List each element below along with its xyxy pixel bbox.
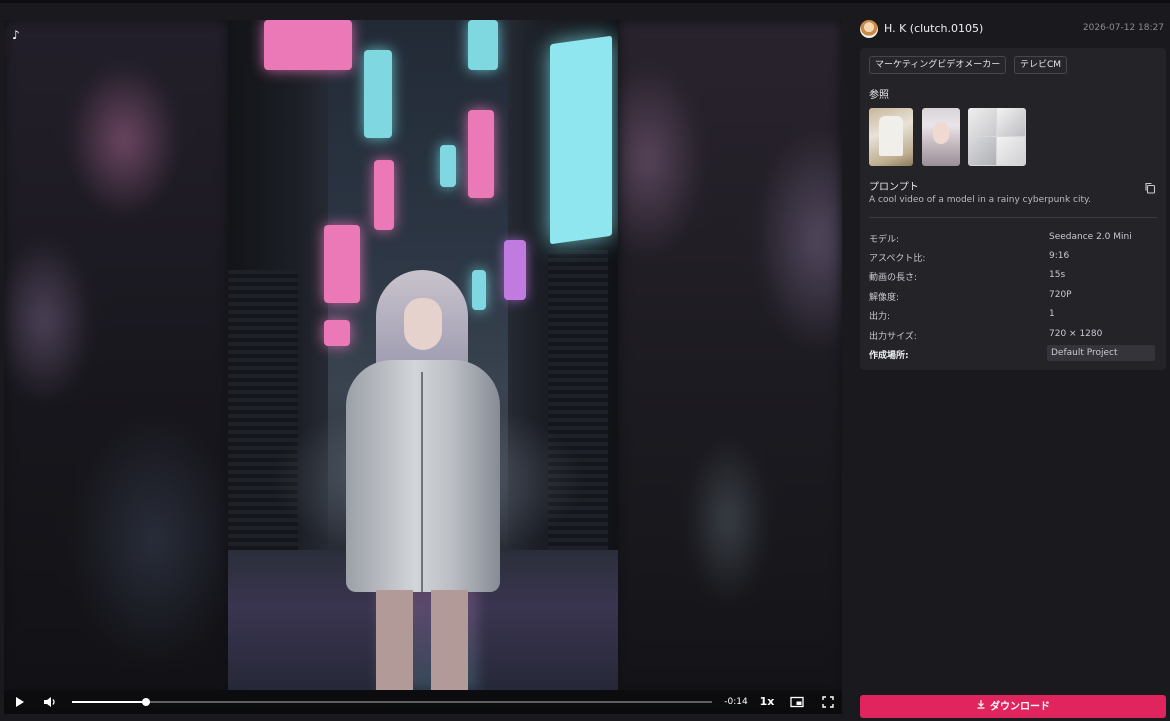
- neon-sign: [324, 225, 360, 303]
- download-icon: [976, 695, 986, 718]
- tiktok-icon: ♪: [12, 28, 20, 42]
- play-icon[interactable]: [14, 694, 26, 710]
- creator-header: H. K (clutch.0105) 2026-07-12 18:27: [860, 18, 1166, 40]
- tag-marketing-video-maker[interactable]: マーケティングビデオメーカー: [869, 56, 1007, 74]
- picture-in-picture-icon[interactable]: [790, 694, 804, 710]
- neon-sign: [550, 35, 612, 245]
- prompt-label: プロンプト: [869, 182, 919, 193]
- download-label: ダウンロード: [990, 701, 1050, 713]
- video-player[interactable]: ♪ -0:14 1x: [4, 20, 842, 714]
- avatar[interactable]: [860, 20, 878, 38]
- progress-fill: [72, 701, 146, 703]
- neon-sign: [324, 320, 350, 346]
- video-controls: -0:14 1x: [4, 690, 842, 714]
- reference-image[interactable]: [922, 108, 960, 166]
- detail-row-output-size: 出力サイズ: 720 × 1280: [869, 329, 1103, 342]
- detail-row-project: 作成場所: Default Project: [869, 345, 1157, 362]
- neon-sign: [374, 160, 394, 230]
- neon-sign: [472, 270, 486, 310]
- neon-sign: [504, 240, 526, 300]
- timestamp: 2026-07-12 18:27: [1082, 23, 1164, 33]
- neon-sign: [468, 20, 498, 70]
- time-remaining: -0:14: [724, 697, 748, 707]
- video-blur-right: [618, 20, 842, 690]
- playback-speed-button[interactable]: 1x: [758, 694, 776, 710]
- progress-handle[interactable]: [141, 698, 150, 706]
- copy-icon[interactable]: [1144, 179, 1156, 194]
- detail-row-duration: 動画の長さ: 15s: [869, 270, 1066, 283]
- detail-row-model: モデル: Seedance 2.0 Mini: [869, 232, 1132, 245]
- video-frame[interactable]: [228, 20, 618, 690]
- reference-label: 参照: [869, 90, 889, 101]
- reference-image[interactable]: [968, 108, 1026, 166]
- neon-sign: [264, 20, 352, 70]
- neon-sign: [364, 50, 392, 138]
- detail-row-resolution: 解像度: 720P: [869, 290, 1072, 303]
- neon-sign: [468, 110, 494, 198]
- neon-sign: [440, 145, 456, 187]
- reference-image[interactable]: [869, 108, 913, 166]
- divider: [869, 217, 1157, 218]
- username[interactable]: H. K (clutch.0105): [884, 22, 983, 35]
- download-button[interactable]: ダウンロード: [860, 695, 1166, 718]
- project-select[interactable]: Default Project: [1047, 345, 1155, 361]
- prompt-text: A cool video of a model in a rainy cyber…: [869, 195, 1091, 205]
- detail-row-aspect-ratio: アスペクト比: 9:16: [869, 251, 1070, 264]
- video-blur-left: [4, 20, 228, 690]
- fullscreen-icon[interactable]: [822, 694, 834, 710]
- detail-row-output: 出力: 1: [869, 309, 1055, 322]
- top-edge: [0, 0, 1170, 3]
- tag-tv-cm[interactable]: テレビCM: [1014, 56, 1068, 74]
- volume-icon[interactable]: [42, 694, 58, 710]
- details-panel: マーケティングビデオメーカー テレビCM 参照 プロンプト A cool vid…: [860, 48, 1166, 370]
- video-progress-bar[interactable]: [72, 698, 712, 706]
